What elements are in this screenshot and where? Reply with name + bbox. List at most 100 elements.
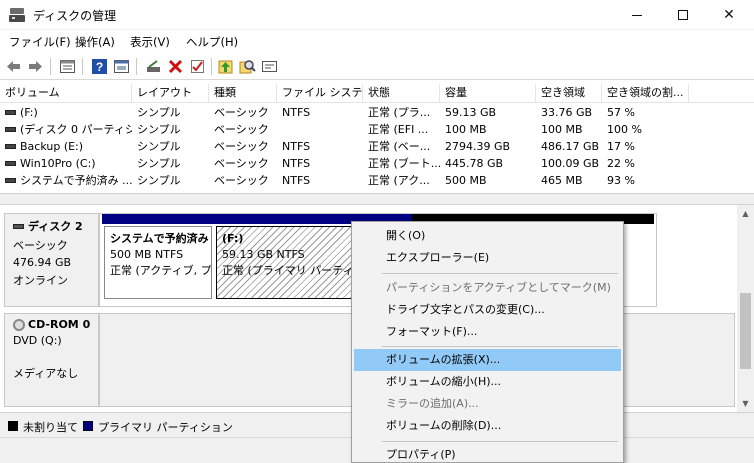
scroll-up-icon[interactable]: ▲: [737, 205, 754, 222]
table-row[interactable]: (ディスク 0 パーティシ... シンプル ベーシック 正常 (EFI ... …: [0, 121, 754, 138]
menu-mark-active: パーティションをアクティブとしてマーク(M): [386, 281, 611, 294]
column-volume[interactable]: ボリューム: [0, 84, 132, 103]
cell-free-space: 465 MB: [541, 174, 583, 187]
column-status[interactable]: 状態: [363, 84, 440, 103]
back-icon[interactable]: [5, 58, 22, 75]
table-row[interactable]: システムで予約済み ... シンプル ベーシック NTFS 正常 (アク... …: [0, 172, 754, 189]
disk-type: ベーシック: [13, 239, 68, 252]
properties-icon[interactable]: [261, 58, 278, 75]
cell-capacity: 59.13 GB: [445, 106, 497, 119]
disk-2-label[interactable]: ディスク 2 ベーシック 476.94 GB オンライン: [4, 213, 99, 307]
menu-shrink-volume[interactable]: ボリュームの縮小(H)...: [354, 371, 621, 393]
partition-status: 正常 (アクティブ, プラ: [110, 264, 212, 277]
cell-free-percent: 22 %: [607, 157, 635, 170]
cell-free-percent: 17 %: [607, 140, 635, 153]
cell-volume: システムで予約済み ...: [20, 174, 132, 187]
cell-layout: シンプル: [137, 106, 181, 119]
menu-change-drive-letter[interactable]: ドライブ文字とパスの変更(C)...: [354, 299, 621, 321]
cd-rom-icon: [13, 318, 25, 331]
volume-icon: [5, 126, 16, 132]
legend-swatch-unallocated: [8, 421, 18, 431]
search-icon[interactable]: [239, 58, 256, 75]
disk-media: メディアなし: [13, 367, 79, 380]
cell-filesystem: NTFS: [282, 106, 311, 119]
cell-free-space: 100.09 GB: [541, 157, 600, 170]
delete-icon[interactable]: [167, 58, 184, 75]
cell-type: ベーシック: [214, 174, 269, 187]
minimize-icon: [632, 14, 642, 16]
menu-separator: [382, 346, 618, 347]
cell-capacity: 445.78 GB: [445, 157, 504, 170]
menu-properties[interactable]: プロパティ(P): [354, 444, 621, 463]
column-type[interactable]: 種類: [209, 84, 277, 103]
minimize-button[interactable]: [614, 0, 660, 30]
cell-type: ベーシック: [214, 157, 269, 170]
cell-type: ベーシック: [214, 140, 269, 153]
maximize-button[interactable]: [660, 0, 706, 30]
disk-title: CD-ROM 0: [28, 318, 91, 331]
maximize-icon: [678, 10, 688, 20]
partition-system-reserved[interactable]: システムで予約済み 500 MB NTFS 正常 (アクティブ, プラ: [102, 214, 214, 301]
volume-table-header: ボリューム レイアウト 種類 ファイル システム 状態 容量 空き領域 空き領域…: [0, 84, 754, 103]
partition-name: システムで予約済み: [110, 232, 209, 245]
cell-filesystem: NTFS: [282, 157, 311, 170]
menu-help[interactable]: ヘルプ(H): [186, 34, 238, 50]
legend-unallocated: 未割り当て: [23, 421, 78, 434]
column-layout[interactable]: レイアウト: [132, 84, 209, 103]
column-filesystem[interactable]: ファイル システム: [277, 84, 363, 103]
cell-layout: シンプル: [137, 174, 181, 187]
cell-filesystem: NTFS: [282, 140, 311, 153]
scroll-down-icon[interactable]: ▼: [737, 395, 754, 412]
checkmark-icon[interactable]: [189, 58, 206, 75]
column-capacity[interactable]: 容量: [440, 84, 536, 103]
help-icon[interactable]: ?: [91, 58, 108, 75]
connect-icon[interactable]: [145, 58, 162, 75]
cell-filesystem: NTFS: [282, 174, 311, 187]
scroll-thumb[interactable]: [740, 293, 751, 369]
cell-layout: シンプル: [137, 157, 181, 170]
toolbar-separator: [82, 58, 83, 75]
menu-delete-volume[interactable]: ボリュームの削除(D)...: [354, 415, 621, 437]
column-free-percent[interactable]: 空き領域の割...: [602, 84, 689, 103]
menu-action[interactable]: 操作(A): [75, 34, 115, 50]
console-icon[interactable]: [113, 58, 130, 75]
column-free-space[interactable]: 空き領域: [536, 84, 602, 103]
menu-format[interactable]: フォーマット(F)...: [354, 321, 621, 343]
cell-filesystem: [277, 121, 363, 138]
disk-status: オンライン: [13, 274, 68, 287]
cell-layout: シンプル: [137, 140, 181, 153]
disk-list-icon[interactable]: [59, 58, 76, 75]
table-row[interactable]: Win10Pro (C:) シンプル ベーシック NTFS 正常 (ブート...…: [0, 155, 754, 172]
cell-type: ベーシック: [214, 106, 269, 119]
table-row[interactable]: Backup (E:) シンプル ベーシック NTFS 正常 (ベー... 27…: [0, 138, 754, 155]
menu-separator: [382, 441, 618, 442]
toolbar-separator: [136, 58, 137, 75]
menu-open[interactable]: 開く(O): [354, 225, 621, 247]
cell-layout: シンプル: [137, 123, 181, 136]
cell-volume: (F:): [20, 106, 38, 119]
menu-extend-volume[interactable]: ボリュームの拡張(X)...: [354, 349, 621, 371]
context-menu: 開く(O) エクスプローラー(E) パーティションをアクティブとしてマーク(M)…: [351, 221, 624, 463]
menu-file[interactable]: ファイル(F): [9, 34, 71, 50]
svg-text:?: ?: [96, 60, 103, 74]
title-bar: ディスクの管理 ✕: [0, 0, 754, 30]
cell-capacity: 2794.39 GB: [445, 140, 511, 153]
disk-title: ディスク 2: [28, 220, 83, 233]
menu-separator: [382, 273, 618, 274]
toolbar: ?: [0, 53, 754, 80]
cell-capacity: 500 MB: [445, 174, 487, 187]
legend-primary: プライマリ パーティション: [98, 421, 233, 434]
pane-splitter[interactable]: [0, 193, 754, 205]
menu-view[interactable]: 表示(V): [130, 34, 170, 50]
vertical-scrollbar[interactable]: ▲ ▼: [737, 205, 754, 412]
cell-status: 正常 (ブート...: [368, 157, 440, 170]
table-row[interactable]: (F:) シンプル ベーシック NTFS 正常 (プラ... 59.13 GB …: [0, 104, 754, 121]
cdrom-0-label[interactable]: CD-ROM 0 DVD (Q:) メディアなし: [4, 313, 99, 407]
menu-explorer[interactable]: エクスプローラー(E): [354, 247, 621, 269]
cell-free-percent: 100 %: [607, 123, 642, 136]
toolbar-separator: [50, 58, 51, 75]
arrow-up-icon[interactable]: [217, 58, 234, 75]
forward-icon[interactable]: [27, 58, 44, 75]
volume-table: (F:) シンプル ベーシック NTFS 正常 (プラ... 59.13 GB …: [0, 104, 754, 190]
close-button[interactable]: ✕: [706, 0, 752, 30]
